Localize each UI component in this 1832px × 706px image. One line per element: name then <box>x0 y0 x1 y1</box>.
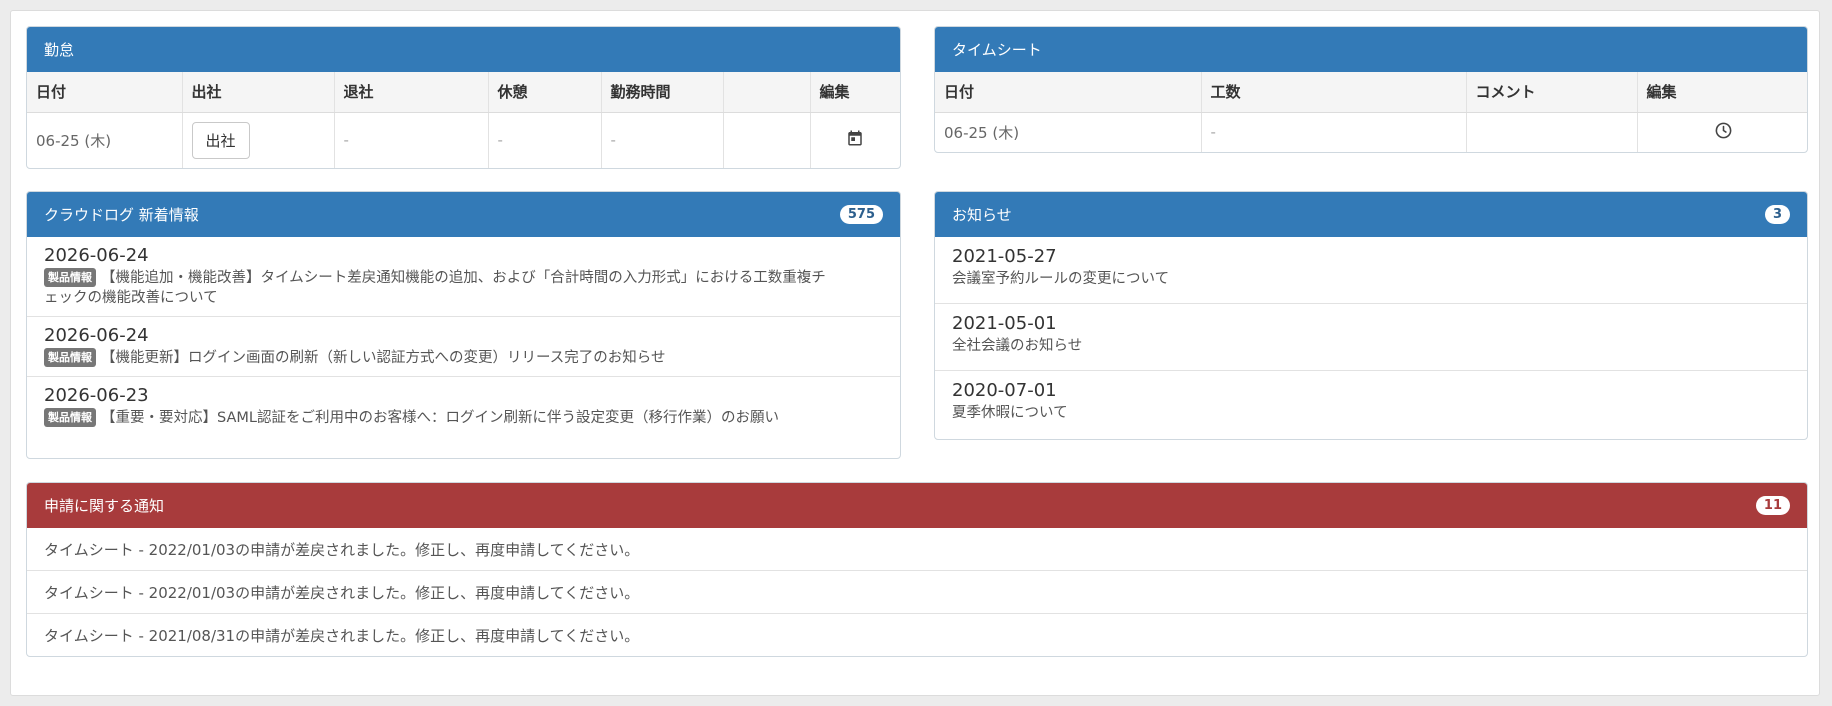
product-info-tag: 製品情報 <box>44 268 96 287</box>
news-item[interactable]: 2026-06-24 製品情報 【機能更新】ログイン画面の刷新（新しい認証方式への… <box>27 317 900 377</box>
notices-count-badge: 3 <box>1764 205 1790 224</box>
col-edit: 編集 <box>1637 72 1807 113</box>
attendance-row: 06-25 (木) 出社 - - - <box>27 112 900 168</box>
col-hours: 工数 <box>1201 72 1467 113</box>
notice-item[interactable]: 2020-07-01 夏季休暇について <box>935 371 1807 438</box>
timesheet-date: 06-25 (木) <box>935 112 1202 152</box>
attendance-date: 06-25 (木) <box>27 112 183 168</box>
col-edit: 編集 <box>810 72 900 113</box>
work-time-value: - <box>601 112 724 168</box>
attendance-panel-header: 勤怠 <box>27 27 900 72</box>
comment-value <box>1466 112 1638 152</box>
request-notification-item[interactable]: タイムシート - 2022/01/03の申請が差戻されました。修正し、再度申請し… <box>27 571 1807 614</box>
news-item[interactable]: 2026-06-23 製品情報 【重要・要対応】SAML認証をご利用中のお客様へ：… <box>27 377 900 436</box>
product-info-tag: 製品情報 <box>44 408 96 427</box>
attendance-table: 日付 出社 退社 休憩 勤務時間 編集 06-25 (木) 出社 - - - <box>27 72 900 168</box>
notice-item[interactable]: 2021-05-01 全社会議のお知らせ <box>935 304 1807 371</box>
request-notifications-title: 申請に関する通知 <box>44 497 165 515</box>
clock-out-value: - <box>334 112 489 168</box>
request-count-badge: 11 <box>1755 496 1790 515</box>
notice-date: 2021-05-27 <box>952 246 1057 267</box>
attendance-panel: 勤怠 日付 出社 退社 休憩 勤務時間 編集 06-25 (木) 出社 - - … <box>26 26 901 169</box>
news-date: 2026-06-23 <box>44 385 149 406</box>
timesheet-panel-header: タイムシート <box>935 27 1807 72</box>
notices-panel: お知らせ 3 2021-05-27 会議室予約ルールの変更について 2021-0… <box>934 191 1808 440</box>
clock-icon[interactable] <box>1714 121 1733 144</box>
notices-title: お知らせ <box>952 206 1012 224</box>
timesheet-table: 日付 工数 コメント 編集 06-25 (木) - <box>935 72 1807 152</box>
timesheet-title: タイムシート <box>952 41 1042 59</box>
col-blank <box>723 72 811 113</box>
edit-cell <box>1637 112 1807 152</box>
calendar-icon[interactable] <box>846 129 864 151</box>
clock-in-button[interactable]: 出社 <box>191 121 250 159</box>
crowdlog-news-title: クラウドログ 新着情報 <box>44 206 199 224</box>
col-work-time: 勤務時間 <box>601 72 724 113</box>
news-text: 製品情報 【機能更新】ログイン画面の刷新（新しい認証方式への変更）リリース完了のお… <box>44 348 883 368</box>
edit-cell <box>810 112 900 168</box>
crowdlog-news-header: クラウドログ 新着情報 575 <box>27 192 900 237</box>
request-notifications-header: 申請に関する通知 11 <box>27 483 1807 528</box>
col-clock-in: 出社 <box>182 72 335 113</box>
notice-text[interactable]: 会議室予約ルールの変更について <box>952 269 1790 289</box>
news-date: 2026-06-24 <box>44 245 149 266</box>
hours-value: - <box>1201 112 1467 152</box>
notice-text[interactable]: 夏季休暇について <box>952 403 1790 423</box>
news-text: 製品情報 【機能追加・機能改善】タイムシート差戻通知機能の追加、および「合計時間の… <box>44 268 883 288</box>
clock-in-cell: 出社 <box>182 112 335 168</box>
news-count-badge: 575 <box>839 205 883 224</box>
news-title[interactable]: 【機能追加・機能改善】タイムシート差戻通知機能の追加、および「合計時間の入力形式… <box>101 270 826 286</box>
col-date: 日付 <box>27 72 183 113</box>
news-date: 2026-06-24 <box>44 325 149 346</box>
notice-date: 2021-05-01 <box>952 313 1057 334</box>
crowdlog-news-panel: クラウドログ 新着情報 575 2026-06-24 製品情報 【機能追加・機能改… <box>26 191 901 459</box>
timesheet-panel: タイムシート 日付 工数 コメント 編集 06-25 (木) - <box>934 26 1808 153</box>
notice-item[interactable]: 2021-05-27 会議室予約ルールの変更について <box>935 237 1807 304</box>
news-title[interactable]: 【重要・要対応】SAML認証をご利用中のお客様へ：ログイン刷新に伴う設定変更（移… <box>101 410 779 426</box>
break-value: - <box>488 112 602 168</box>
col-clock-out: 退社 <box>334 72 489 113</box>
notice-date: 2020-07-01 <box>952 380 1057 401</box>
request-notification-item[interactable]: タイムシート - 2021/08/31の申請が差戻されました。修正し、再度申請し… <box>27 614 1807 656</box>
product-info-tag: 製品情報 <box>44 348 96 367</box>
attendance-title: 勤怠 <box>44 41 75 59</box>
news-item[interactable]: 2026-06-24 製品情報 【機能追加・機能改善】タイムシート差戻通知機能の追… <box>27 237 900 317</box>
col-date: 日付 <box>935 72 1202 113</box>
notice-text[interactable]: 全社会議のお知らせ <box>952 336 1790 356</box>
blank-cell <box>723 112 811 168</box>
col-comment: コメント <box>1466 72 1638 113</box>
news-text-cont[interactable]: ェックの機能改善について <box>44 288 883 308</box>
col-break: 休憩 <box>488 72 602 113</box>
news-title[interactable]: 【機能更新】ログイン画面の刷新（新しい認証方式への変更）リリース完了のお知らせ <box>101 350 665 366</box>
notices-header: お知らせ 3 <box>935 192 1807 237</box>
news-text: 製品情報 【重要・要対応】SAML認証をご利用中のお客様へ：ログイン刷新に伴う設定… <box>44 408 883 428</box>
timesheet-row: 06-25 (木) - <box>935 112 1807 152</box>
request-notification-item[interactable]: タイムシート - 2022/01/03の申請が差戻されました。修正し、再度申請し… <box>27 528 1807 571</box>
request-notifications-panel: 申請に関する通知 11 タイムシート - 2022/01/03の申請が差戻されま… <box>26 482 1808 657</box>
